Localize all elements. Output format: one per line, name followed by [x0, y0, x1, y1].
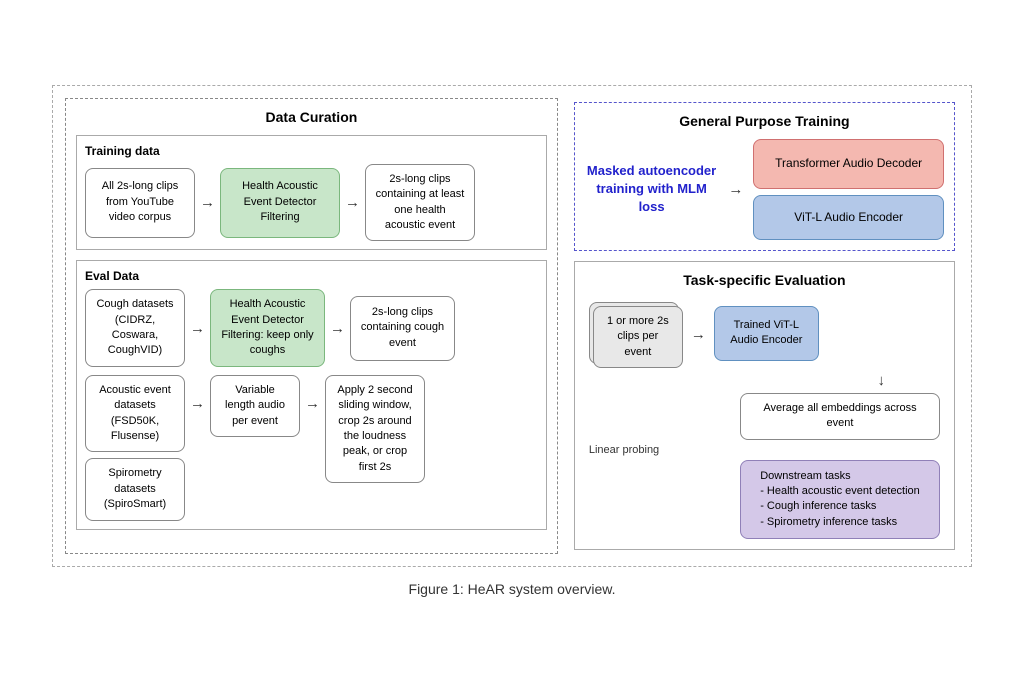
stacked-clips: 1 or more 2s clips per event [593, 306, 683, 368]
cough-filter-box: Health Acoustic Event Detector Filtering… [210, 289, 325, 367]
task-eval-panel: Task-specific Evaluation 1 or more 2s cl… [574, 261, 955, 551]
eval-data-section: Eval Data Cough datasets (CIDRZ, Coswara… [76, 260, 547, 529]
arrow-masked: → [728, 181, 743, 198]
right-panel: General Purpose Training Masked autoenco… [570, 98, 959, 555]
training-data-row: All 2s-long clips from YouTube video cor… [85, 164, 538, 242]
transformer-decoder-box: Transformer Audio Decoder [753, 139, 944, 189]
variable-col: Variable length audio per event [210, 375, 300, 521]
arrow2: → [345, 194, 360, 211]
downstream-tasks-box: Downstream tasks - Health acoustic event… [740, 460, 940, 540]
general-training-panel: General Purpose Training Masked autoenco… [574, 102, 955, 251]
arrow-col1: → [190, 375, 205, 521]
task-eval-content: 1 or more 2s clips per event → Trained V… [585, 298, 944, 368]
general-training-row: Masked autoencoder training with MLM los… [585, 139, 944, 240]
data-curation-title: Data Curation [76, 109, 547, 125]
training-data-section: Training data All 2s-long clips from You… [76, 135, 547, 251]
health-detector-box1: Health Acoustic Event Detector Filtering [220, 168, 340, 238]
arrow-col2: → [305, 375, 320, 521]
vit-encoder-box1: ViT-L Audio Encoder [753, 195, 944, 240]
eval-data-label: Eval Data [85, 269, 538, 283]
average-col: ↓ Average all embeddings across event Li… [585, 372, 944, 539]
youtube-clips-box: All 2s-long clips from YouTube video cor… [85, 168, 195, 238]
arrow4: → [330, 320, 345, 337]
diagram-container: Data Curation Training data All 2s-long … [32, 65, 992, 618]
arrow3: → [190, 320, 205, 337]
masked-label: Masked autoencoder training with MLM los… [585, 162, 718, 217]
spirometry-datasets-box: Spirometry datasets (SpiroSmart) [85, 458, 185, 520]
data-curation-panel: Data Curation Training data All 2s-long … [65, 98, 558, 555]
encoder-col: Trained ViT-L Audio Encoder [714, 306, 819, 361]
arrow1: → [200, 194, 215, 211]
cough-datasets-box: Cough datasets (CIDRZ, Coswara, CoughVID… [85, 289, 185, 367]
clips-per-event-box: 1 or more 2s clips per event [593, 306, 683, 368]
eval-rows-2-3: Acoustic event datasets (FSD50K, Flusens… [85, 375, 538, 521]
variable-audio-box: Variable length audio per event [210, 375, 300, 437]
figure-caption: Figure 1: HeAR system overview. [52, 581, 972, 597]
sources-col: Acoustic event datasets (FSD50K, Flusens… [85, 375, 185, 521]
arrow-clips: → [691, 326, 706, 343]
sliding-window-box: Apply 2 second sliding window, crop 2s a… [325, 375, 425, 483]
sliding-col: Apply 2 second sliding window, crop 2s a… [325, 375, 425, 521]
health-clips-box: 2s-long clips containing at least one he… [365, 164, 475, 242]
arrow-down1: ↓ [878, 372, 886, 389]
acoustic-datasets-box: Acoustic event datasets (FSD50K, Flusens… [85, 375, 185, 453]
trained-encoder-box: Trained ViT-L Audio Encoder [714, 306, 819, 361]
cough-clips-box: 2s-long clips containing cough event [350, 296, 455, 361]
linear-probing-label: Linear probing [585, 444, 659, 456]
general-training-title: General Purpose Training [585, 113, 944, 129]
task-eval-title: Task-specific Evaluation [585, 272, 944, 288]
average-embeddings-box: Average all embeddings across event [740, 393, 940, 440]
eval-row1: Cough datasets (CIDRZ, Coswara, CoughVID… [85, 289, 538, 367]
encoder-decoder-col: Transformer Audio Decoder ViT-L Audio En… [753, 139, 944, 240]
training-data-label: Training data [85, 144, 538, 158]
